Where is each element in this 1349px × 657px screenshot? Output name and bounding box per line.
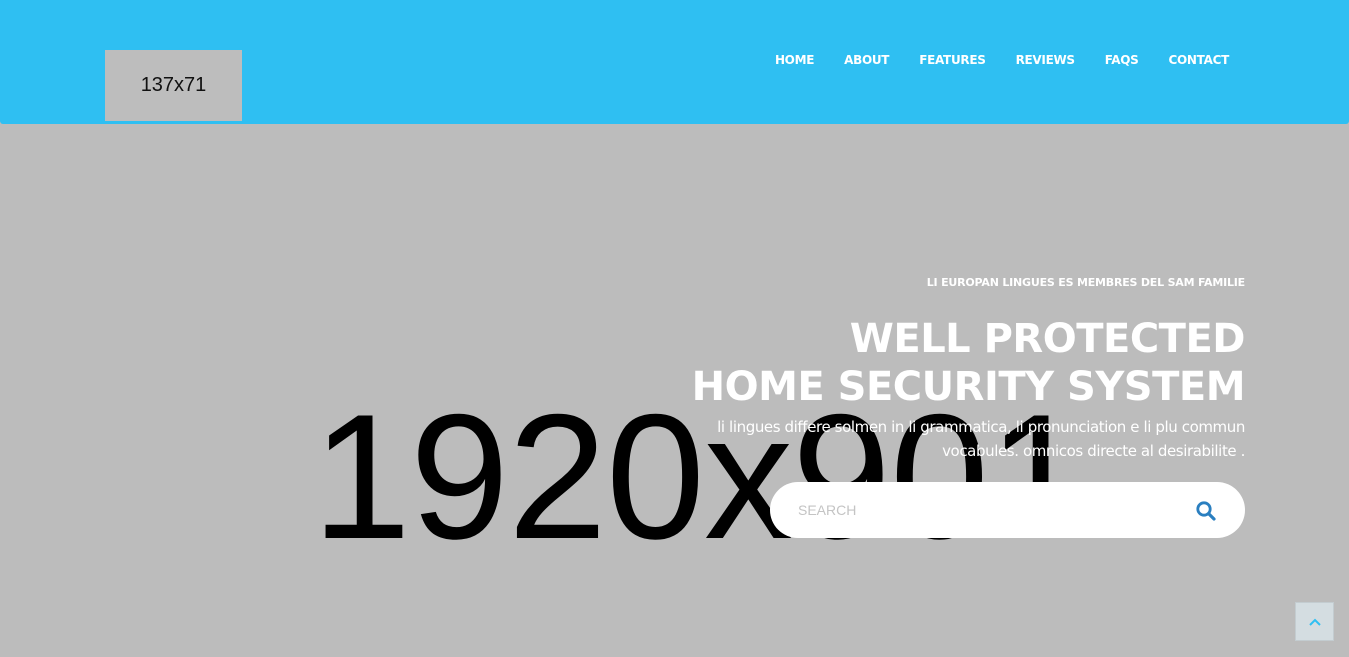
nav-item-faqs[interactable]: FAQS — [1105, 53, 1139, 67]
chevron-up-icon — [1308, 618, 1321, 626]
logo-placeholder-label: 137x71 — [140, 74, 207, 96]
nav-menu: HOME ABOUT FEATURES REVIEWS FAQS CONTACT — [745, 53, 1229, 67]
hero-subtitle: LI EUROPAN LINGUES ES MEMBRES DEL SAM FA… — [926, 276, 1245, 289]
nav-item-features[interactable]: FEATURES — [919, 53, 986, 67]
hero-description-line-1: li lingues differe solmen in li grammati… — [717, 418, 1245, 436]
search-button[interactable] — [1195, 500, 1217, 522]
hero-title-line-1: WELL PROTECTED — [849, 316, 1246, 362]
search-input[interactable] — [798, 482, 1178, 538]
hero-title: WELL PROTECTED HOME SECURITY SYSTEM — [625, 315, 1246, 411]
page: 1920x901 137x71 HOME ABOUT FEATURES REVI… — [0, 0, 1349, 657]
nav-item-contact[interactable]: CONTACT — [1169, 53, 1230, 67]
search-box — [770, 482, 1245, 538]
navbar: 137x71 HOME ABOUT FEATURES REVIEWS FAQS … — [0, 0, 1349, 124]
hero-content: LI EUROPAN LINGUES ES MEMBRES DEL SAM FA… — [625, 276, 1246, 463]
nav-item-about[interactable]: ABOUT — [844, 53, 889, 67]
hero-description: li lingues differe solmen in li grammati… — [625, 415, 1245, 463]
logo[interactable]: 137x71 — [105, 50, 242, 121]
hero-description-line-2: vocabules. omnicos directe al desirabili… — [942, 442, 1245, 460]
search-icon — [1196, 501, 1216, 521]
nav-item-home[interactable]: HOME — [775, 53, 814, 67]
scroll-to-top-button[interactable] — [1295, 602, 1334, 641]
nav-item-reviews[interactable]: REVIEWS — [1016, 53, 1075, 67]
hero-title-line-2: HOME SECURITY SYSTEM — [691, 364, 1246, 410]
